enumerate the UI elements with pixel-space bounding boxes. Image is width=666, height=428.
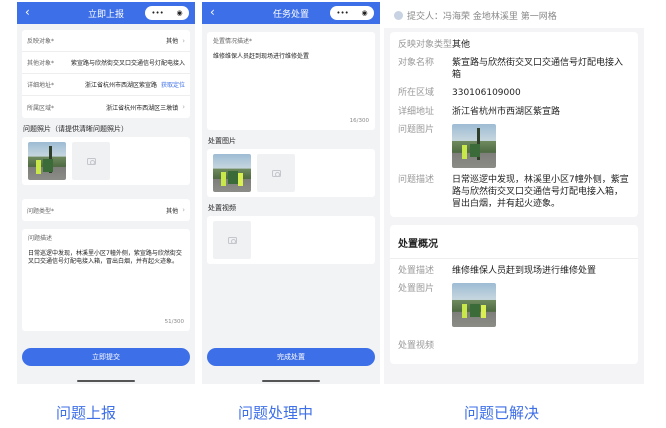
detail-label: 问题图片: [398, 124, 435, 135]
detail-row-image: 问题图片: [390, 121, 638, 171]
handle-video-section-title: 处置视频: [208, 204, 236, 212]
handle-description-textarea[interactable]: 处置情况描述* 维修维保人员赶到现场进行维修处置 16/300: [207, 32, 375, 130]
handle-photo[interactable]: [452, 283, 496, 328]
nav-bar: ‹ 立即上报 ••• ◉: [17, 2, 195, 24]
get-location-link[interactable]: 获取定位: [161, 80, 185, 89]
handle-image-section-title: 处置图片: [208, 137, 236, 145]
field-value: 紫宣路与欣然街交叉口交通信号灯配电接入: [70, 60, 185, 67]
detail-value: 维修维保人员赶到现场进行维修处置: [452, 266, 597, 277]
chevron-right-icon: ›: [182, 206, 185, 214]
complete-button[interactable]: 完成处置: [207, 348, 375, 366]
detail-card: 反映对象类型 其他 对象名称 紫宣路与欣然街交叉口交通信号灯配电接入箱 所在区域…: [390, 32, 638, 218]
detail-label: 对象名称: [398, 58, 435, 69]
camera-icon: [86, 157, 96, 165]
nav-bar: ‹ 任务处置 ••• ◉: [202, 2, 380, 24]
report-screen: ‹ 立即上报 ••• ◉ 反映对象* 其他 › 其他对象* 紫宣路与欣然街交叉口…: [17, 2, 195, 384]
detail-label: 处置视频: [398, 341, 435, 352]
field-value: 其他: [166, 207, 179, 215]
form-row-region[interactable]: 所属区域* 浙江省杭州市西湖区三墩镇 ›: [22, 96, 190, 118]
field-label: 所属区域*: [27, 104, 55, 112]
field-value: 浙江省杭州市西湖区三墩镇: [106, 104, 179, 112]
form-row-address[interactable]: 详细地址* 浙江省杭州市西湖区紫宣路 获取定位: [22, 74, 190, 96]
field-label: 反映对象*: [27, 38, 55, 45]
description-text: 维修维保人员赶到现场进行维修处置: [213, 52, 310, 60]
camera-icon: [227, 236, 237, 244]
field-label: 问题类型*: [27, 207, 55, 215]
problem-photo[interactable]: [28, 142, 66, 180]
handle-image-card: [207, 149, 375, 197]
description-label: 问题描述: [28, 235, 53, 242]
back-icon[interactable]: ‹: [25, 5, 30, 19]
field-label: 详细地址*: [27, 82, 55, 89]
detail-value: 其他: [452, 40, 471, 50]
photo-section-title: 问题照片（请提供清晰问题照片）: [23, 125, 128, 133]
handle-summary-card: 处置概况 处置描述 维修维保人员赶到现场进行维修处置 处置图片 处置视频: [390, 225, 638, 365]
reporter-header: 提交人：冯海荣 金地林溪里 第一网格: [384, 2, 644, 28]
submit-button[interactable]: 立即提交: [22, 348, 190, 366]
photo-upload-card: [22, 137, 190, 185]
detail-row: 处置描述 维修维保人员赶到现场进行维修处置: [390, 262, 638, 280]
mini-program-capsule[interactable]: ••• ◉: [145, 6, 189, 20]
chevron-right-icon: ›: [182, 103, 185, 111]
form-row-other-object[interactable]: 其他对象* 紫宣路与欣然街交叉口交通信号灯配电接入: [22, 52, 190, 74]
field-value: 浙江省杭州市西湖区紫宣路: [84, 82, 157, 89]
detail-row: 所在区域 330106109000: [390, 84, 638, 102]
caption-reporting: 问题上报: [56, 404, 117, 422]
add-photo-button[interactable]: [72, 142, 110, 180]
detail-label: 问题描述: [398, 174, 435, 185]
type-card: 问题类型* 其他 ›: [22, 199, 190, 221]
detail-label: 所在区域: [398, 88, 435, 99]
home-indicator: [77, 380, 135, 382]
description-text: 日常巡逻中发现，林溪里小区7幢外侧，紫宣路与欣然街交叉口交通信号灯配电接入箱，冒…: [28, 249, 182, 266]
char-counter: 16/300: [349, 118, 369, 125]
detail-value: 日常巡逻中发现，林溪里小区7幢外侧，紫宣路与欣然街交叉口交通信号灯配电接入箱，冒…: [452, 174, 629, 209]
handle-video-card: [207, 216, 375, 264]
detail-row: 问题描述 日常巡逻中发现，林溪里小区7幢外侧，紫宣路与欣然街交叉口交通信号灯配电…: [390, 171, 638, 213]
detail-value: 紫宣路与欣然街交叉口交通信号灯配电接入箱: [452, 58, 624, 81]
reporter-text: 提交人：冯海荣 金地林溪里 第一网格: [407, 11, 557, 22]
caption-resolved: 问题已解决: [464, 404, 540, 422]
section-title: 处置概况: [390, 229, 638, 260]
close-target-icon[interactable]: ◉: [177, 9, 183, 17]
detail-label: 详细地址: [398, 106, 435, 117]
detail-row: 处置视频: [390, 330, 638, 360]
object-form-card: 反映对象* 其他 › 其他对象* 紫宣路与欣然街交叉口交通信号灯配电接入 详细地…: [22, 30, 190, 118]
handle-photo[interactable]: [213, 154, 251, 192]
caption-processing: 问题处理中: [238, 404, 314, 422]
problem-photo[interactable]: [452, 123, 496, 168]
description-label: 处置情况描述*: [213, 38, 253, 45]
field-label: 其他对象*: [27, 60, 55, 67]
detail-row-image: 处置图片: [390, 280, 638, 330]
detail-row: 详细地址 浙江省杭州市西湖区紫宣路: [390, 103, 638, 121]
char-counter: 51/300: [164, 319, 184, 326]
handle-screen: ‹ 任务处置 ••• ◉ 处置情况描述* 维修维保人员赶到现场进行维修处置 16…: [202, 2, 380, 384]
camera-icon: [271, 169, 281, 177]
detail-value: 330106109000: [452, 88, 521, 99]
chevron-right-icon: ›: [182, 36, 185, 45]
description-textarea[interactable]: 问题描述 日常巡逻中发现，林溪里小区7幢外侧，紫宣路与欣然街交叉口交通信号灯配电…: [22, 229, 190, 331]
field-value: 其他: [166, 38, 179, 45]
close-target-icon[interactable]: ◉: [362, 9, 368, 17]
detail-label: 处置描述: [398, 266, 435, 277]
detail-row: 对象名称 紫宣路与欣然街交叉口交通信号灯配电接入箱: [390, 54, 638, 84]
add-video-button[interactable]: [213, 221, 251, 259]
form-row-type[interactable]: 问题类型* 其他 ›: [22, 199, 190, 221]
detail-row: 反映对象类型 其他: [390, 36, 638, 54]
home-indicator: [262, 380, 320, 382]
detail-value: 浙江省杭州市西湖区紫宣路: [452, 106, 561, 117]
resolved-screen: 提交人：冯海荣 金地林溪里 第一网格 反映对象类型 其他 对象名称 紫宣路与欣然…: [384, 2, 644, 384]
more-icon[interactable]: •••: [151, 9, 163, 17]
add-photo-button[interactable]: [257, 154, 295, 192]
form-row-object[interactable]: 反映对象* 其他 ›: [22, 30, 190, 52]
back-icon[interactable]: ‹: [210, 5, 215, 19]
mini-program-capsule[interactable]: ••• ◉: [330, 6, 374, 20]
detail-label: 处置图片: [398, 284, 435, 295]
avatar-icon: [394, 10, 403, 20]
more-icon[interactable]: •••: [336, 9, 348, 17]
detail-label: 反映对象类型: [398, 40, 453, 50]
